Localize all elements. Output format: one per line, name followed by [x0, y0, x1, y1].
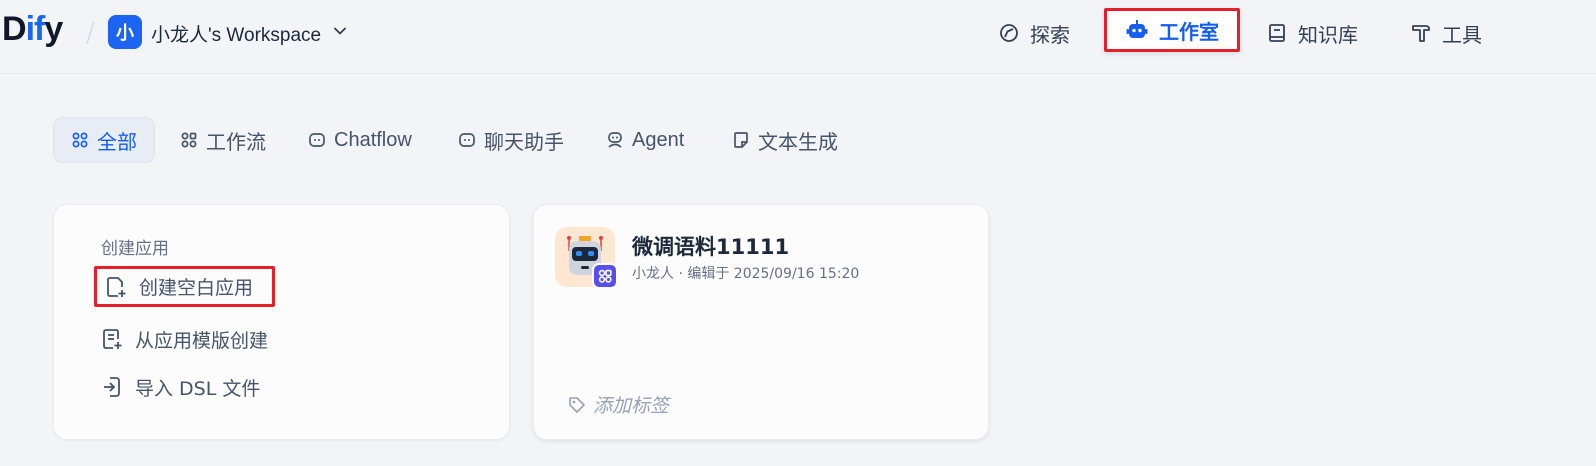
hammer-icon [1412, 25, 1430, 42]
tab-text-generation[interactable]: 文本生成 [722, 117, 848, 163]
tab-all[interactable]: 全部 [53, 117, 155, 163]
document-icon [734, 132, 748, 148]
workspace-name[interactable]: 小龙人's Workspace [151, 20, 321, 47]
grid-icon [72, 132, 88, 148]
create-app-heading: 创建应用 [101, 239, 169, 259]
add-tag-button[interactable]: 添加标签 [567, 391, 669, 418]
app-title: 微调语料11111 [632, 235, 790, 259]
nav-explore[interactable]: 探索 [988, 12, 1080, 54]
nav-studio-label: 工作室 [1159, 19, 1219, 44]
robot-icon [1126, 20, 1148, 38]
book-icon [1269, 24, 1285, 42]
tab-agent[interactable]: Agent [596, 117, 694, 163]
create-from-template-button[interactable]: 从应用模版创建 [101, 323, 268, 355]
nav-knowledge-label: 知识库 [1298, 22, 1358, 47]
tab-text-generation-label: 文本生成 [758, 131, 838, 154]
tab-agent-label: Agent [632, 128, 685, 151]
tab-chatflow[interactable]: Chatflow [298, 117, 422, 163]
header-divider: / [86, 18, 95, 48]
nav-tools[interactable]: 工具 [1400, 12, 1492, 54]
chat-bubble-icon [309, 133, 325, 147]
nav-studio[interactable]: 工作室 [1104, 8, 1240, 52]
dify-logo[interactable]: Dify [2, 10, 63, 49]
template-icon [103, 329, 122, 349]
workflow-icon [181, 132, 197, 148]
import-dsl-button[interactable]: 导入 DSL 文件 [101, 371, 260, 403]
workflow-badge-icon [598, 269, 612, 283]
tab-all-label: 全部 [97, 131, 137, 154]
tab-workflow[interactable]: 工作流 [170, 117, 276, 163]
logo-text-d: D [2, 10, 27, 48]
import-dsl-label: 导入 DSL 文件 [135, 377, 261, 400]
create-from-template-label: 从应用模版创建 [135, 329, 269, 352]
agent-icon [608, 132, 622, 148]
compass-icon [1000, 24, 1018, 42]
logo-text-if: if [25, 10, 46, 48]
app-card[interactable]: 微调语料11111 小龙人 · 编辑于 2025/09/16 15:20 添加标… [533, 204, 989, 440]
chevron-down-icon[interactable] [333, 24, 347, 38]
file-plus-icon [107, 276, 126, 297]
create-blank-app-label: 创建空白应用 [139, 277, 254, 299]
nav-knowledge[interactable]: 知识库 [1256, 12, 1368, 54]
tab-workflow-label: 工作流 [206, 131, 266, 154]
add-tag-label: 添加标签 [593, 395, 670, 417]
top-header: Dify / 小 小龙人's Workspace 探索 工作室 知识库 工具 [0, 0, 1596, 74]
chat-assistant-icon [459, 133, 475, 147]
tab-chatflow-label: Chatflow [334, 128, 412, 151]
logo-text-y: y [44, 10, 63, 48]
tab-chat-assistant-label: 聊天助手 [484, 131, 564, 154]
create-blank-app-button[interactable]: 创建空白应用 [94, 266, 275, 307]
workspace-avatar[interactable]: 小 [108, 15, 142, 49]
tab-chat-assistant[interactable]: 聊天助手 [448, 117, 574, 163]
app-meta: 小龙人 · 编辑于 2025/09/16 15:20 [632, 266, 860, 282]
nav-tools-label: 工具 [1442, 22, 1482, 47]
tag-icon [569, 396, 585, 413]
import-icon [104, 377, 120, 397]
create-app-card: 创建应用 创建空白应用 从应用模版创建 导入 DSL 文件 [53, 204, 510, 440]
nav-explore-label: 探索 [1030, 22, 1070, 47]
app-type-badge [592, 263, 618, 289]
